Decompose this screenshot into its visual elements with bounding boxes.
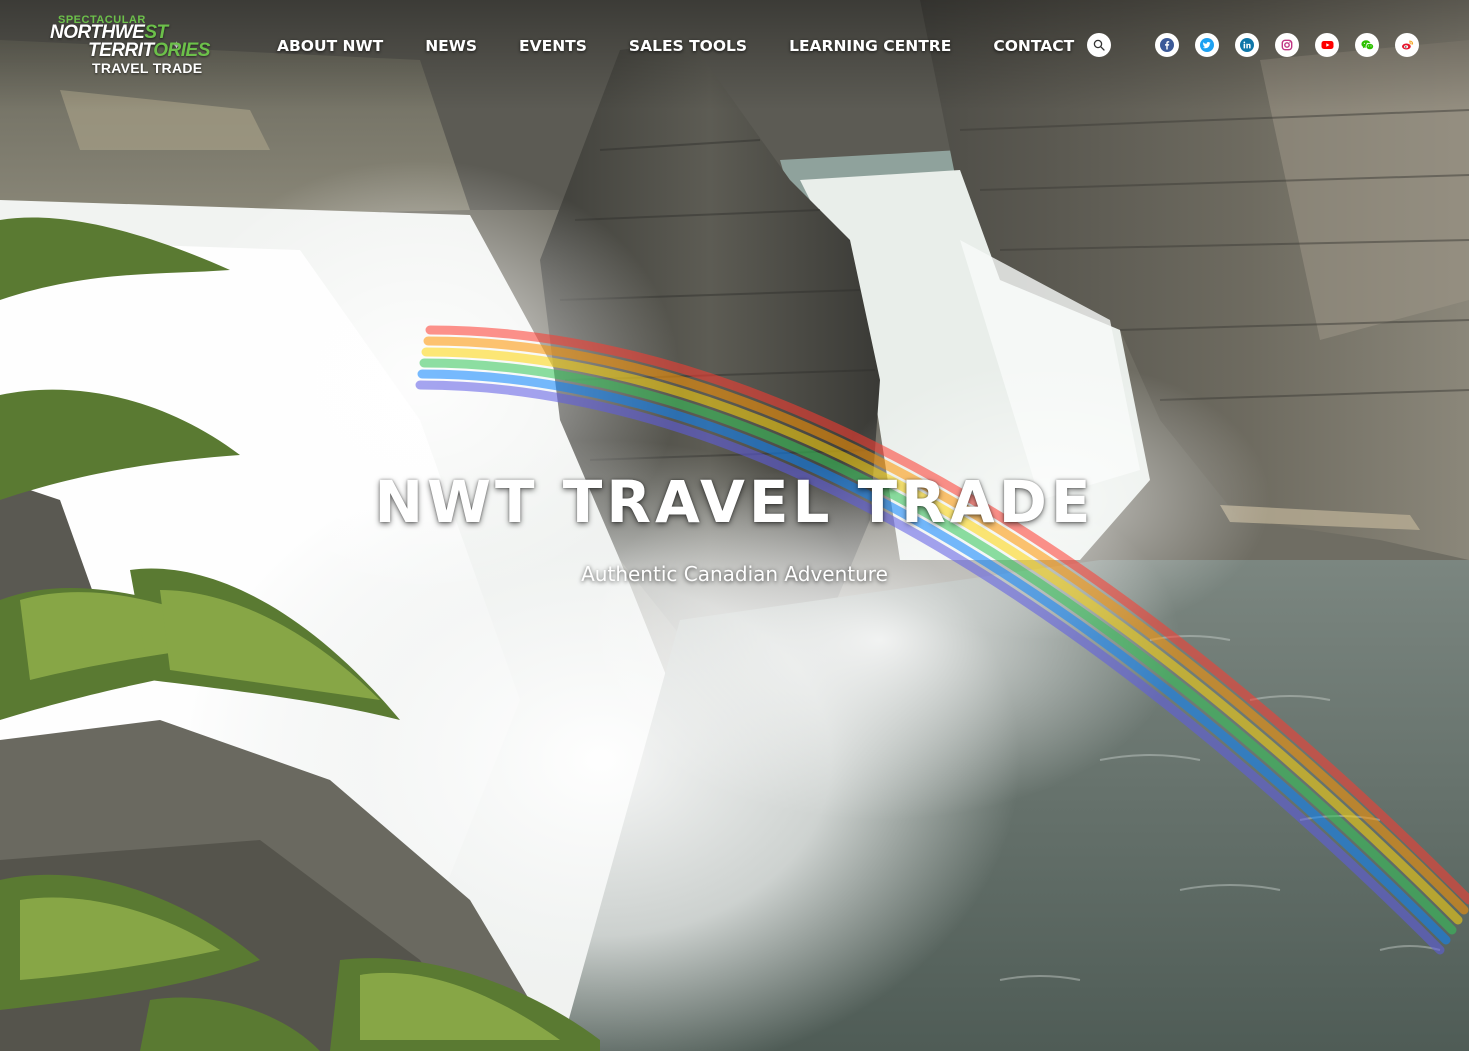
site-logo[interactable]: SPECTACULAR NORTHWEST ✦ TERRITORIES TRAV… [48, 12, 218, 78]
social-links [1155, 33, 1419, 57]
wechat-icon [1360, 40, 1374, 51]
hero-title: NWT TRAVEL TRADE [374, 468, 1095, 536]
instagram-link[interactable] [1275, 33, 1299, 57]
weibo-link[interactable] [1395, 33, 1419, 57]
hero-subtitle: Authentic Canadian Adventure [581, 562, 888, 586]
facebook-link[interactable] [1155, 33, 1179, 57]
site-header: SPECTACULAR NORTHWEST ✦ TERRITORIES TRAV… [0, 0, 1469, 95]
facebook-icon [1160, 38, 1174, 52]
search-button[interactable] [1087, 33, 1111, 57]
logo-line-2-accent: ORIES [153, 40, 210, 61]
logo-line-2-main: TERRIT [88, 40, 154, 61]
nav-item-sales-tools[interactable]: SALES TOOLS [629, 35, 747, 57]
youtube-icon [1321, 41, 1333, 49]
logo-line-2: TERRITORIES [88, 40, 210, 62]
wechat-link[interactable] [1355, 33, 1379, 57]
youtube-link[interactable] [1315, 33, 1339, 57]
page: SPECTACULAR NORTHWEST ✦ TERRITORIES TRAV… [0, 0, 1469, 1051]
twitter-icon [1200, 38, 1214, 52]
linkedin-link[interactable] [1235, 33, 1259, 57]
nav-item-learning-centre[interactable]: LEARNING CENTRE [789, 35, 951, 57]
main-nav: ABOUT NWT NEWS EVENTS SALES TOOLS LEARNI… [277, 35, 1074, 57]
linkedin-icon [1240, 38, 1254, 52]
twitter-link[interactable] [1195, 33, 1219, 57]
logo-subtitle: TRAVEL TRADE [92, 60, 203, 76]
instagram-icon [1281, 39, 1293, 51]
nav-item-news[interactable]: NEWS [425, 35, 477, 57]
nav-item-contact[interactable]: CONTACT [993, 35, 1074, 57]
weibo-icon [1401, 40, 1413, 50]
nav-item-events[interactable]: EVENTS [519, 35, 587, 57]
nav-item-about-nwt[interactable]: ABOUT NWT [277, 35, 383, 57]
search-icon [1093, 39, 1105, 51]
